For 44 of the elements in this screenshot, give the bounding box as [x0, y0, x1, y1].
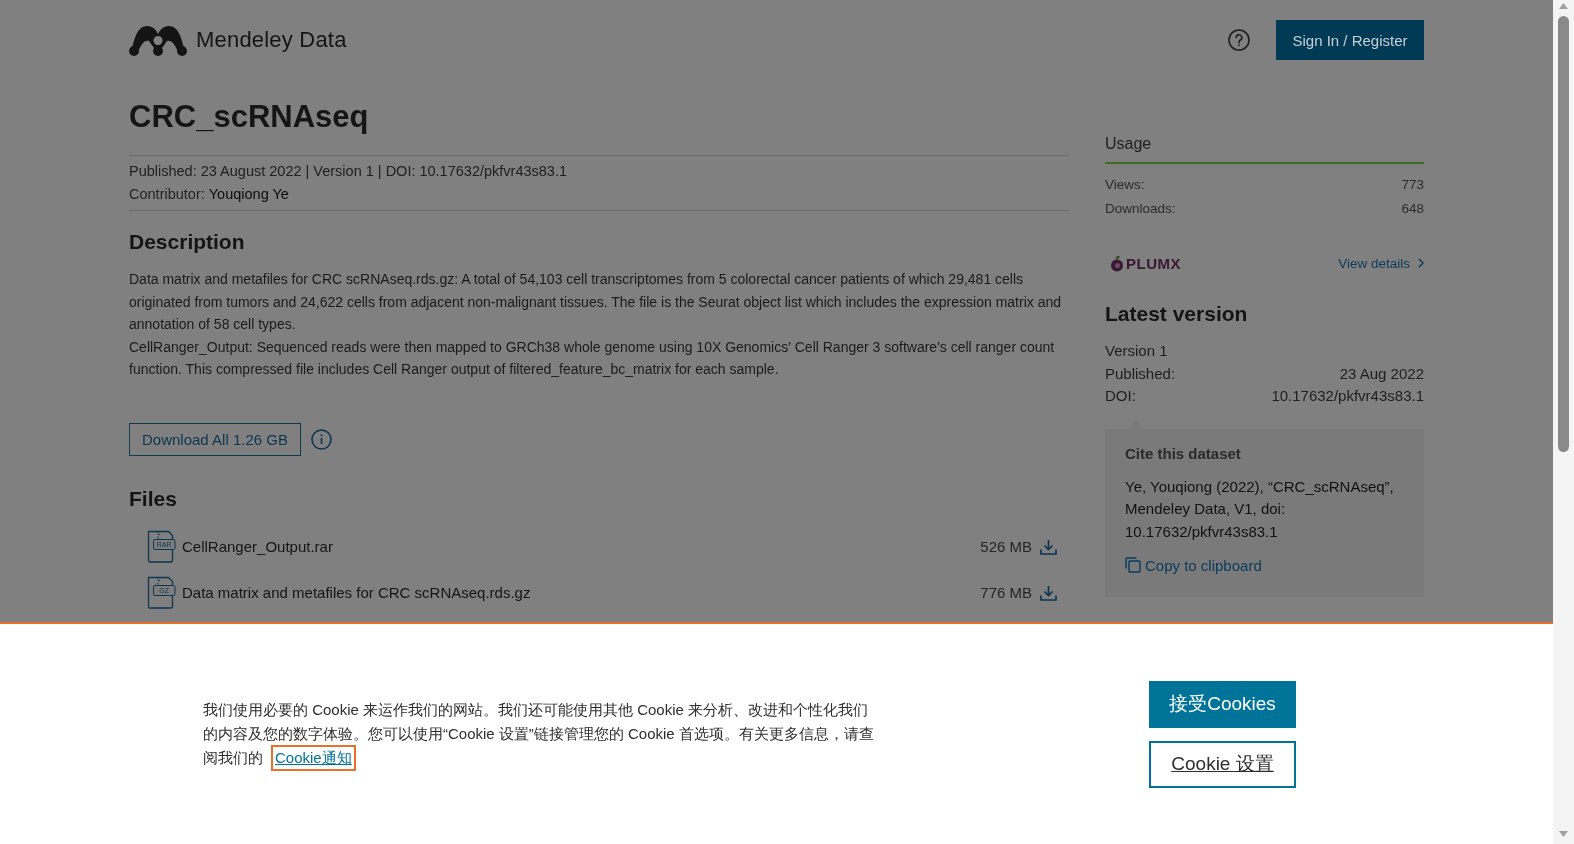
logo-icon: [129, 24, 187, 56]
version-value: 23 Aug 2022: [1339, 363, 1424, 384]
download-all-button[interactable]: Download All 1.26 GB: [129, 422, 301, 456]
plumx-logo-text: PLUMX: [1126, 254, 1181, 272]
citation-text: Ye, Youqiong (2022), “CRC_scRNAseq”, Mendeley Data, V1, doi: 10.17632/pkfvr43s83.1: [1125, 476, 1395, 542]
usage-heading: Usage: [1105, 133, 1424, 164]
stat-value: 648: [1401, 200, 1424, 218]
copy-icon: [1125, 557, 1141, 573]
scrollbar[interactable]: [1553, 0, 1574, 844]
description-paragraph: Data matrix and metafiles for CRC scRNAseq.rds.gz: A total of 54,103 cell transcriptomes from 5 colorectal cancer patients of which 29,481 cells originated from tumors and 24,622 cells from adjacent non-malignant tissues. The file is the Seurat object list which includes the expression matrix and annotation of 58 cell types.: [129, 270, 1062, 334]
publication-meta: Published: 23 August 2022 | Version 1 | DOI: 10.17632/pkfvr43s83.1: [129, 162, 568, 181]
stat-value: 773: [1401, 176, 1424, 194]
section-heading: Latest version: [1105, 301, 1249, 327]
download-icon[interactable]: [1040, 584, 1057, 601]
file-name[interactable]: CellRanger_Output.rar: [182, 538, 333, 555]
description-paragraph: CellRanger_Output: Sequenced reads were then mapped to GRCh38 whole genome using 10X Genomics' Cell Ranger 3 software's cell ranger count function. This compressed file includes Cell Ranger output of filtered_feature_bc_matrix for each sample.: [129, 337, 1056, 379]
section-heading: Description: [129, 229, 246, 255]
cookie-settings-button[interactable]: Cookie 设置: [1149, 740, 1296, 788]
file-size: 776 MB: [980, 584, 1032, 601]
version-label: DOI:: [1105, 386, 1136, 406]
version-text: Version 1: [1105, 341, 1169, 361]
contributor-name[interactable]: Youqiong Ye: [208, 186, 289, 202]
contributor-label: Contributor:: [129, 186, 205, 202]
file-name[interactable]: Data matrix and metafiles for CRC scRNAseq.rds.gz: [182, 584, 531, 601]
citation-heading: Cite this dataset: [1125, 443, 1242, 464]
version-value: 10.17632/pkfvr43s83.1: [1271, 386, 1424, 406]
cookie-notice-link[interactable]: Cookie通知: [273, 747, 354, 769]
download-icon[interactable]: [1040, 538, 1057, 555]
chevron-right-icon: [1418, 258, 1424, 268]
accept-cookies-button[interactable]: 接受Cookies: [1149, 680, 1296, 728]
dataset-title: CRC_scRNAseq: [129, 98, 370, 136]
logo-text: Mendeley Data: [196, 27, 347, 53]
stat-label: Downloads:: [1105, 200, 1176, 218]
file-size: 526 MB: [980, 538, 1032, 555]
section-heading: Files: [129, 485, 178, 512]
copy-to-clipboard-link[interactable]: Copy to clipboard: [1125, 554, 1262, 576]
plum-icon: [1109, 254, 1125, 272]
version-label: Published:: [1105, 363, 1176, 384]
sign-in-button[interactable]: Sign In / Register: [1276, 20, 1424, 60]
help-icon[interactable]: [1228, 29, 1250, 51]
stat-label: Views:: [1105, 176, 1145, 194]
info-icon[interactable]: [310, 428, 332, 450]
cookie-notice-text: 我们使用必要的 Cookie 来运作我们的网站。我们还可能使用其他 Cookie 来分析、改进和个性化我们的内容及您的数字体验。您可以使用“Cookie 设置”链接管理您的 Cookie 首选项。有关更多信息，请查阅我们的 Cookie通知: [203, 698, 881, 770]
view-details-link[interactable]: View details: [1338, 255, 1424, 271]
